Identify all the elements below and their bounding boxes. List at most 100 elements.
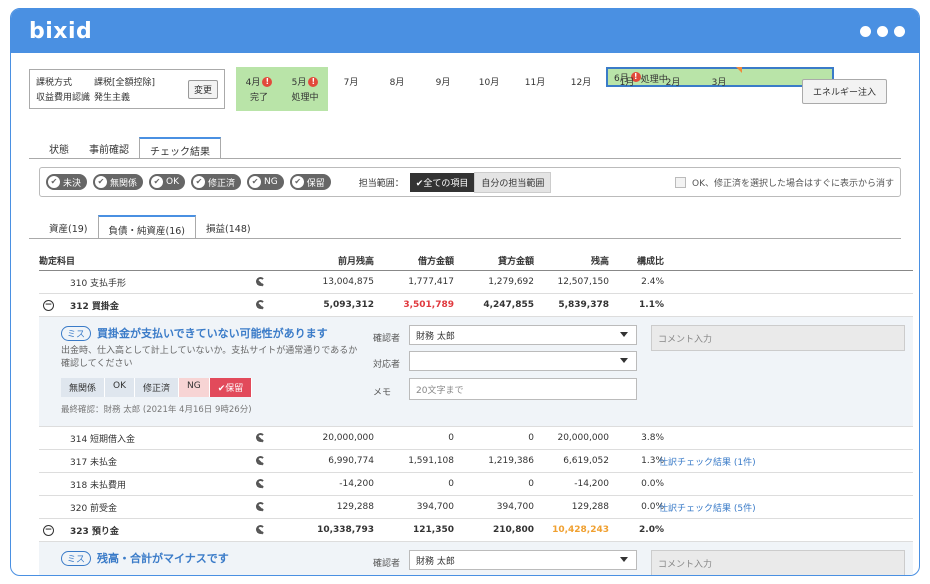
wrench-icon[interactable] — [255, 496, 267, 518]
balance: 129,288 — [571, 502, 609, 512]
status-unrelated-button[interactable]: 無関係 — [61, 378, 106, 397]
month-cell[interactable]: 4月! 完了 — [236, 67, 282, 111]
memo-input[interactable]: 20文字まで — [409, 378, 637, 400]
hide-option[interactable]: OK、修正済を選択した場合はすぐに表示から消す — [675, 176, 894, 189]
change-button[interactable]: 変更 — [187, 80, 218, 99]
account-name: 310 支払手形 — [70, 278, 127, 289]
wrench-icon[interactable] — [255, 271, 267, 293]
comment-input[interactable]: コメント入力 — [651, 550, 905, 575]
month-cell[interactable]: 1月 — [604, 67, 650, 111]
subtabs-divider — [29, 238, 901, 239]
tab-pre-check[interactable]: 事前確認 — [79, 137, 139, 159]
checker-select[interactable]: 財務 太郎 — [409, 325, 637, 345]
wrench-icon[interactable] — [255, 519, 267, 541]
month-cell[interactable]: 8月 — [374, 67, 420, 111]
check-icon: ✔ — [249, 176, 262, 188]
tax-method-value: 課税[全額控除] — [94, 78, 156, 88]
hide-option-checkbox[interactable] — [675, 176, 686, 188]
revenue-recognition-value: 発生主義 — [94, 93, 131, 103]
month-label: 2月 — [665, 78, 681, 88]
prev-balance: -14,200 — [339, 479, 374, 489]
more-menu-icon[interactable] — [860, 25, 905, 37]
balance: -14,200 — [574, 479, 609, 489]
filter-chip-unrelated[interactable]: ✔ 無関係 — [93, 174, 144, 190]
month-cell[interactable]: 10月 — [466, 67, 512, 111]
status-ok-button[interactable]: OK — [105, 378, 136, 397]
month-cell[interactable]: 3月 — [696, 67, 742, 111]
filter-chip-fixed[interactable]: ✔ 修正済 — [191, 174, 242, 190]
credit-amount: 1,219,386 — [488, 456, 534, 466]
journal-check-link[interactable]: 仕訳チェック結果 (1件) — [659, 450, 756, 472]
table-row[interactable]: − 323 預り金 10,338,793 121,350 210,800 10,… — [39, 519, 913, 542]
chip-label: NG — [264, 177, 278, 187]
table-row[interactable]: 310 支払手形 13,004,875 1,777,417 1,279,692 … — [39, 271, 913, 294]
checker-select[interactable]: 財務 太郎 — [409, 550, 637, 570]
status-fixed-button[interactable]: 修正済 — [135, 378, 180, 397]
debit-amount: 1,777,417 — [408, 277, 454, 287]
month-cell[interactable]: 7月 — [328, 67, 374, 111]
debit-amount: 394,700 — [416, 502, 454, 512]
month-cell[interactable]: 12月 — [558, 67, 604, 111]
balance: 20,000,000 — [557, 433, 609, 443]
balance: 10,428,243 — [552, 525, 609, 535]
wrench-icon[interactable] — [255, 450, 267, 472]
tab-check-results[interactable]: チェック結果 — [139, 137, 221, 159]
comment-input[interactable]: コメント入力 — [651, 325, 905, 351]
prev-balance: 129,288 — [336, 502, 374, 512]
account-name: 323 預り金 — [70, 526, 119, 537]
handler-select[interactable] — [409, 351, 637, 371]
tab-profit-loss[interactable]: 損益(148) — [196, 215, 261, 239]
credit-amount: 0 — [528, 433, 534, 443]
account-name: 312 買掛金 — [70, 301, 119, 312]
chevron-down-icon — [620, 358, 628, 363]
check-icon: ✔ — [95, 176, 108, 188]
filter-chip-ok[interactable]: ✔ OK — [149, 174, 186, 190]
month-cell[interactable]: 2月 — [650, 67, 696, 111]
header-credit: 貸方金額 — [497, 257, 534, 267]
journal-check-link[interactable]: 仕訳チェック結果 (5件) — [659, 496, 756, 518]
header-ratio: 構成比 — [636, 257, 664, 267]
prev-balance: 5,093,312 — [323, 300, 374, 310]
table-row[interactable]: 318 未払費用 -14,200 0 0 -14,200 0.0% — [39, 473, 913, 496]
prev-balance: 10,338,793 — [317, 525, 374, 535]
wrench-icon[interactable] — [255, 473, 267, 495]
scope-mine-button[interactable]: 自分の担当範囲 — [474, 171, 552, 193]
check-icon: ✔ — [291, 176, 304, 188]
table-row[interactable]: 320 前受金 129,288 394,700 394,700 129,288 … — [39, 496, 913, 519]
filter-chip-ng[interactable]: ✔ NG — [247, 174, 284, 190]
tab-assets[interactable]: 資産(19) — [39, 215, 98, 239]
month-selector: 4月! 完了 5月! 処理中 6月! 処理中 7月 8月 9月 10月 11月 12月 1月 2月 3月 — [236, 67, 834, 113]
top-bar: bixid — [11, 9, 919, 53]
debit-amount: 1,591,108 — [408, 456, 454, 466]
month-cell[interactable]: 5月! 処理中 — [282, 67, 328, 111]
handler-label: 対応者 — [373, 360, 401, 370]
main-tabs: 状態 事前確認 チェック結果 — [39, 137, 221, 159]
month-cell[interactable]: 11月 — [512, 67, 558, 111]
energy-button[interactable]: エネルギー注入 — [801, 79, 887, 104]
check-detail-panel-2: ミス 残高・合計がマイナスです 確認者 財務 太郎 コメント入力 — [39, 542, 913, 575]
status-hold-button[interactable]: ✔保留 — [209, 378, 253, 397]
month-label: 11月 — [524, 78, 546, 88]
collapse-icon[interactable]: − — [43, 300, 54, 311]
table-row[interactable]: 317 未払金 6,990,774 1,591,108 1,219,386 6,… — [39, 450, 913, 473]
checker-value: 財務 太郎 — [416, 556, 455, 567]
filter-chip-hold[interactable]: ✔ 保留 — [289, 174, 331, 190]
wrench-icon[interactable] — [255, 427, 267, 449]
tab-liabilities[interactable]: 負債・純資産(16) — [97, 215, 197, 239]
tab-status[interactable]: 状態 — [39, 137, 79, 159]
wrench-icon[interactable] — [255, 294, 267, 316]
collapse-icon[interactable]: − — [43, 525, 54, 536]
status-ng-button[interactable]: NG — [179, 378, 210, 397]
chip-label: 保留 — [306, 178, 325, 189]
month-label: 5月 — [291, 78, 307, 88]
filter-chip-undecided[interactable]: ✔ 未決 — [46, 174, 88, 190]
ratio: 0.0% — [641, 479, 664, 489]
app-logo[interactable]: bixid — [29, 19, 92, 44]
issue-title: 残高・合計がマイナスです — [97, 552, 229, 565]
balance: 12,507,150 — [557, 277, 609, 287]
scope-all-button[interactable]: ✔全ての項目 — [409, 172, 475, 192]
table-row[interactable]: − 312 買掛金 5,093,312 3,501,789 4,247,855 … — [39, 294, 913, 317]
prev-balance: 6,990,774 — [328, 456, 374, 466]
table-row[interactable]: 314 短期借入金 20,000,000 0 0 20,000,000 3.8% — [39, 427, 913, 450]
month-cell[interactable]: 9月 — [420, 67, 466, 111]
